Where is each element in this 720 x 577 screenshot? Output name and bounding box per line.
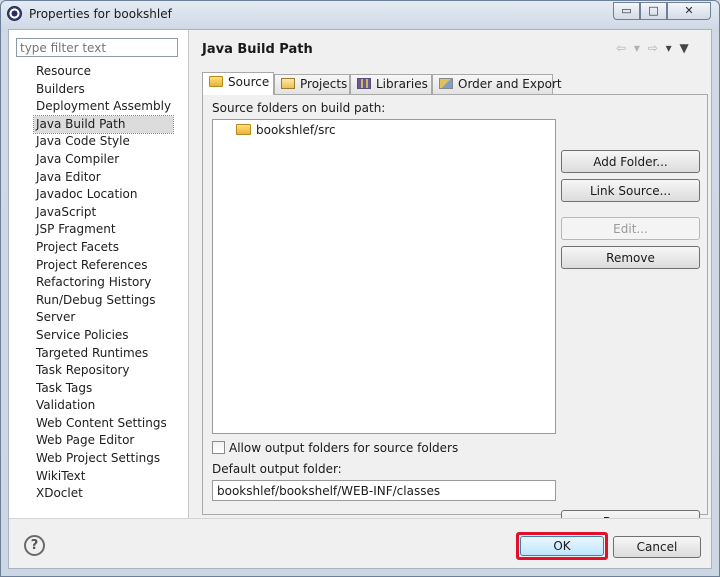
back-history-dropdown-icon[interactable]: ▾ — [634, 41, 642, 55]
default-output-folder-field[interactable] — [212, 480, 556, 501]
nav-item[interactable]: Builders — [34, 81, 173, 99]
tab-projects-label: Projects — [300, 77, 348, 91]
tab-libraries-label: Libraries — [376, 77, 428, 91]
source-folder-label: bookshlef/src — [256, 123, 336, 137]
tab-order-label: Order and Export — [458, 77, 562, 91]
nav-item[interactable]: Service Policies — [34, 327, 173, 345]
nav-item[interactable]: Task Tags — [34, 380, 173, 398]
source-folders-label: Source folders on build path: — [212, 101, 386, 115]
package-folder-icon — [236, 124, 251, 135]
nav-item[interactable]: JavaScript — [34, 204, 173, 222]
nav-item[interactable]: Java Editor — [34, 169, 173, 187]
window-title: Properties for bookshlef — [29, 7, 172, 21]
maximize-button[interactable]: □ — [640, 2, 667, 20]
property-pages-list: Resource Builders Deployment Assembly Java … — [32, 63, 175, 503]
nav-item[interactable]: Javadoc Location — [34, 186, 173, 204]
nav-item[interactable]: Java Code Style — [34, 133, 173, 151]
nav-item[interactable]: Run/Debug Settings — [34, 292, 173, 310]
page-navigation: ⇦ ▾ ⇨ ▾ ▼ — [616, 41, 691, 55]
minimize-button[interactable]: ▭ — [613, 2, 640, 20]
link-source-button[interactable]: Link Source... — [561, 179, 700, 202]
close-button[interactable]: ✕ — [667, 2, 711, 20]
back-arrow-icon[interactable]: ⇦ — [616, 41, 628, 55]
tab-source-label: Source — [228, 75, 270, 89]
help-icon[interactable]: ? — [24, 535, 45, 556]
nav-item[interactable]: Server — [34, 309, 173, 327]
nav-item[interactable]: WikiText — [34, 468, 173, 486]
add-folder-button[interactable]: Add Folder... — [561, 150, 700, 173]
default-output-folder-label: Default output folder: — [212, 462, 342, 476]
title-bar[interactable]: Properties for bookshlef ▭ □ ✕ — [1, 1, 719, 27]
nav-item[interactable]: Project References — [34, 257, 173, 275]
page-title: Java Build Path — [202, 42, 313, 57]
tab-order-and-export[interactable]: Order and Export — [432, 74, 562, 94]
allow-output-folders-checkbox[interactable] — [212, 441, 225, 454]
cancel-button[interactable]: Cancel — [613, 536, 701, 558]
edit-button[interactable]: Edit... — [561, 217, 700, 240]
ok-highlight: OK — [516, 532, 608, 560]
nav-item[interactable]: Web Project Settings — [34, 450, 173, 468]
nav-item[interactable]: Refactoring History — [34, 274, 173, 292]
source-folders-tree[interactable]: bookshlef/src — [212, 119, 556, 434]
allow-output-folders-option[interactable]: Allow output folders for source folders — [212, 441, 458, 455]
nav-item[interactable]: Project Facets — [34, 239, 173, 257]
nav-item[interactable]: XDoclet — [34, 485, 173, 503]
allow-output-folders-label: Allow output folders for source folders — [229, 441, 459, 455]
libraries-icon — [357, 78, 371, 89]
nav-item[interactable]: Java Build Path — [32, 114, 175, 135]
projects-icon — [281, 78, 295, 89]
dialog-client-area: ResourceBuildersDeployment AssemblyJava … — [8, 29, 712, 569]
nav-item[interactable]: Deployment Assembly — [34, 98, 173, 116]
tab-projects[interactable]: Projects — [274, 74, 350, 94]
tab-source[interactable]: Source — [202, 72, 274, 95]
nav-item[interactable]: Targeted Runtimes — [34, 345, 173, 363]
view-menu-icon[interactable]: ▼ — [680, 41, 691, 55]
ok-button[interactable]: OK — [520, 536, 604, 556]
property-pages-pane: ResourceBuildersDeployment AssemblyJava … — [9, 30, 189, 518]
forward-arrow-icon[interactable]: ⇨ — [648, 41, 660, 55]
nav-item[interactable]: Task Repository — [34, 362, 173, 380]
nav-item[interactable]: Web Page Editor — [34, 432, 173, 450]
properties-window: Properties for bookshlef ▭ □ ✕ ResourceB… — [0, 0, 720, 577]
eclipse-app-icon — [7, 6, 22, 21]
nav-item[interactable]: Java Compiler — [34, 151, 173, 169]
nav-item[interactable]: Resource — [34, 63, 173, 81]
filter-input[interactable] — [16, 38, 178, 57]
nav-item[interactable]: Validation — [34, 397, 173, 415]
source-folder-icon — [209, 76, 223, 87]
source-tab-panel: Source folders on build path: bookshlef/… — [202, 94, 708, 533]
property-page: Java Build Path ⇦ ▾ ⇨ ▾ ▼ Source Project… — [190, 30, 711, 533]
tab-libraries[interactable]: Libraries — [350, 74, 432, 94]
order-export-icon — [439, 78, 453, 89]
tree-item-source-folder[interactable]: bookshlef/src — [236, 123, 336, 137]
forward-history-dropdown-icon[interactable]: ▾ — [666, 41, 674, 55]
nav-item[interactable]: JSP Fragment — [34, 221, 173, 239]
remove-button[interactable]: Remove — [561, 246, 700, 269]
dialog-button-bar: ? OK Cancel — [9, 518, 711, 568]
nav-item[interactable]: Web Content Settings — [34, 415, 173, 433]
